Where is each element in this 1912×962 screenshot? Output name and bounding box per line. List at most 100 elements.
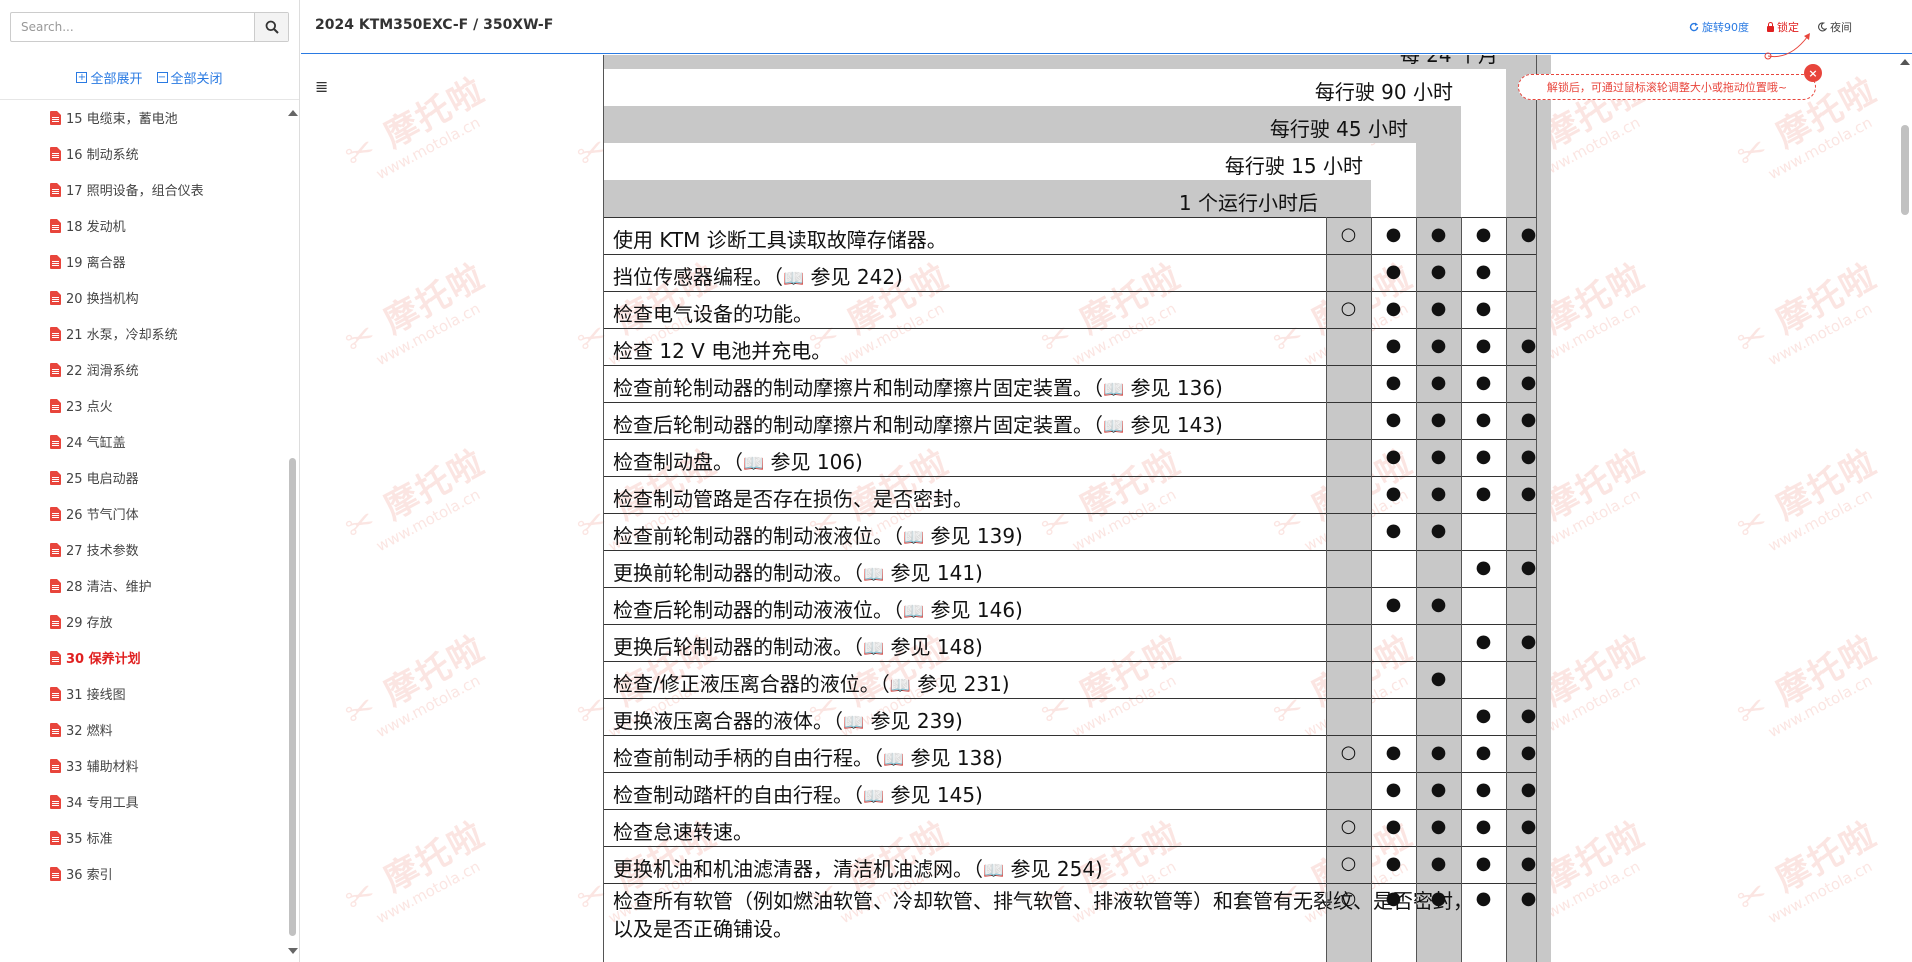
close-icon[interactable]: × [1804,64,1822,82]
page-reference-link[interactable]: 参见 141) [884,561,983,585]
required-mark: ● [1475,409,1492,430]
watermark-url: www.motola.cn [1765,857,1876,928]
required-mark: ● [1430,409,1447,430]
required-mark: ● [1475,705,1492,726]
table-of-contents: 15 电缆束，蓄电池 16 制动系统 17 照明设备，组合仪表 18 发动机 19 离合… [0,100,286,962]
task-description: 更换机油和机油滤清器，清洁机油滤网。（📖 参见 254) [613,853,1103,882]
sidebar-scroll-thumb[interactable] [289,458,296,936]
task-text: 更换前轮制动器的制动液。（ [613,561,863,585]
table-row: 检查怠速转速。 ○ ● ● ● ● [603,809,1537,846]
page-reference-link[interactable]: 参见 146) [924,598,1023,622]
task-text: 更换液压离合器的液体。（ [613,709,843,733]
sidebar-item[interactable]: 24 气缸盖 [50,432,126,451]
watermark-url: www.motola.cn [1765,113,1876,184]
table-row: 检查前轮制动器的制动摩擦片和制动摩擦片固定装置。（📖 参见 136) ● ● ● ● [603,365,1537,402]
sidebar-item-label: 26 节气门体 [66,508,139,523]
sidebar-item[interactable]: 32 燃料 [50,720,113,739]
document-icon [50,650,61,665]
search-button[interactable] [254,13,288,41]
main-scroll-thumb[interactable] [1901,125,1909,215]
required-mark: ● [1475,742,1492,763]
sidebar-item-label: 29 存放 [66,616,113,631]
page-reference-link[interactable]: 参见 148) [884,635,983,659]
sidebar-item[interactable]: 22 润滑系统 [50,360,139,379]
sidebar-item[interactable]: 28 清洁、维护 [50,576,152,595]
sidebar-item[interactable]: 29 存放 [50,612,113,631]
page-reference-link[interactable]: 参见 254) [1004,857,1103,881]
sidebar-item[interactable]: 25 电启动器 [50,468,139,487]
collapse-all-button[interactable]: − 全部关闭 [156,68,223,87]
page-reference-link[interactable]: 参见 136) [1124,376,1223,400]
task-text: 检查后轮制动器的制动液液位。（ [613,598,903,622]
sidebar-item[interactable]: 36 索引 [50,864,113,883]
sidebar-item-label: 22 润滑系统 [66,364,139,379]
rotate-icon [1689,22,1699,32]
sidebar-item[interactable]: 27 技术参数 [50,540,139,559]
required-mark: ● [1520,779,1537,800]
scroll-down-arrow[interactable] [288,948,298,954]
scroll-up-arrow[interactable] [288,110,298,116]
sidebar-scrollbar[interactable] [287,108,298,954]
page-reference-link[interactable]: 参见 138) [904,746,1003,770]
page-reference-link[interactable]: 参见 231) [911,672,1009,696]
watermark: ✂ 摩托啦www.motola.cn [335,621,500,750]
sidebar-item[interactable]: 16 制动系统 [50,144,139,163]
required-mark: ● [1520,483,1537,504]
table-row: 检查所有软管（例如燃油软管、冷却软管、排气软管、排液软管等）和套管有无裂纹、是否… [603,883,1537,941]
page-reference-link[interactable]: 参见 139) [924,524,1023,548]
sidebar-item[interactable]: 30 保养计划 [50,648,141,667]
night-mode-button[interactable]: 夜间 [1817,19,1852,35]
sidebar-item[interactable]: 35 标准 [50,828,113,847]
page-reference-link[interactable]: 参见 106) [764,450,863,474]
task-description: 更换前轮制动器的制动液。（📖 参见 141) [613,557,983,586]
search-input[interactable] [11,13,254,41]
page-reference-link[interactable]: 参见 239) [864,709,963,733]
page-reference-link[interactable]: 参见 242) [804,265,903,289]
search-icon [265,20,279,34]
watermark: ✂ 摩托啦www.motola.cn [335,435,500,564]
sidebar-item[interactable]: 33 辅助材料 [50,756,139,775]
main-scrollbar[interactable] [1898,55,1912,962]
sidebar-item-label: 30 保养计划 [66,652,141,667]
task-description: 挡位传感器编程。（📖 参见 242) [613,261,903,290]
sidebar-item[interactable]: 19 离合器 [50,252,126,271]
required-mark: ● [1430,224,1447,245]
required-mark: ● [1430,816,1447,837]
task-description: 检查后轮制动器的制动液液位。（📖 参见 146) [613,594,1023,623]
watermark-url: www.motola.cn [373,485,484,556]
interval-header-label: 1 个运行小时后 [1178,191,1318,215]
document-icon [50,434,61,449]
required-mark: ● [1430,483,1447,504]
required-mark: ● [1475,224,1492,245]
document-icon [50,290,61,305]
rotate-label: 旋转90度 [1702,21,1749,34]
page-reference-link[interactable]: 参见 143) [1124,413,1223,437]
grid-line [1536,55,1537,962]
sidebar-item[interactable]: 18 发动机 [50,216,126,235]
menu-icon[interactable]: ≣ [315,77,328,96]
optional-mark: ○ [1340,298,1357,319]
table-row: 更换机油和机油滤清器，清洁机油滤网。（📖 参见 254) ○ ● ● ● ● [603,846,1537,883]
required-mark: ● [1385,742,1402,763]
sidebar-item[interactable]: 17 照明设备，组合仪表 [50,180,204,199]
expand-all-button[interactable]: + 全部展开 [76,68,143,87]
watermark-url: www.motola.cn [1765,299,1876,370]
required-mark: ● [1475,631,1492,652]
sidebar-item[interactable]: 20 换挡机构 [50,288,139,307]
task-description: 检查电气设备的功能。 [613,298,813,327]
required-mark: ● [1385,335,1402,356]
sidebar-item[interactable]: 15 电缆束，蓄电池 [50,108,178,127]
sidebar-item-label: 35 标准 [66,832,113,847]
sidebar-item[interactable]: 26 节气门体 [50,504,139,523]
sidebar-item[interactable]: 34 专用工具 [50,792,139,811]
book-icon: 📖 [863,787,885,807]
rotate-button[interactable]: 旋转90度 [1689,19,1749,35]
search-box [10,12,289,42]
task-text: 检查后轮制动器的制动摩擦片和制动摩擦片固定装置。（ [613,413,1103,437]
sidebar-item[interactable]: 21 水泵，冷却系统 [50,324,178,343]
sidebar-item[interactable]: 23 点火 [50,396,113,415]
page-reference-link[interactable]: 参见 145) [884,783,983,807]
interval-header-row: 每行驶 45 小时 [603,106,1416,143]
sidebar-item[interactable]: 31 接线图 [50,684,126,703]
main-scroll-up-arrow[interactable] [1900,59,1910,65]
